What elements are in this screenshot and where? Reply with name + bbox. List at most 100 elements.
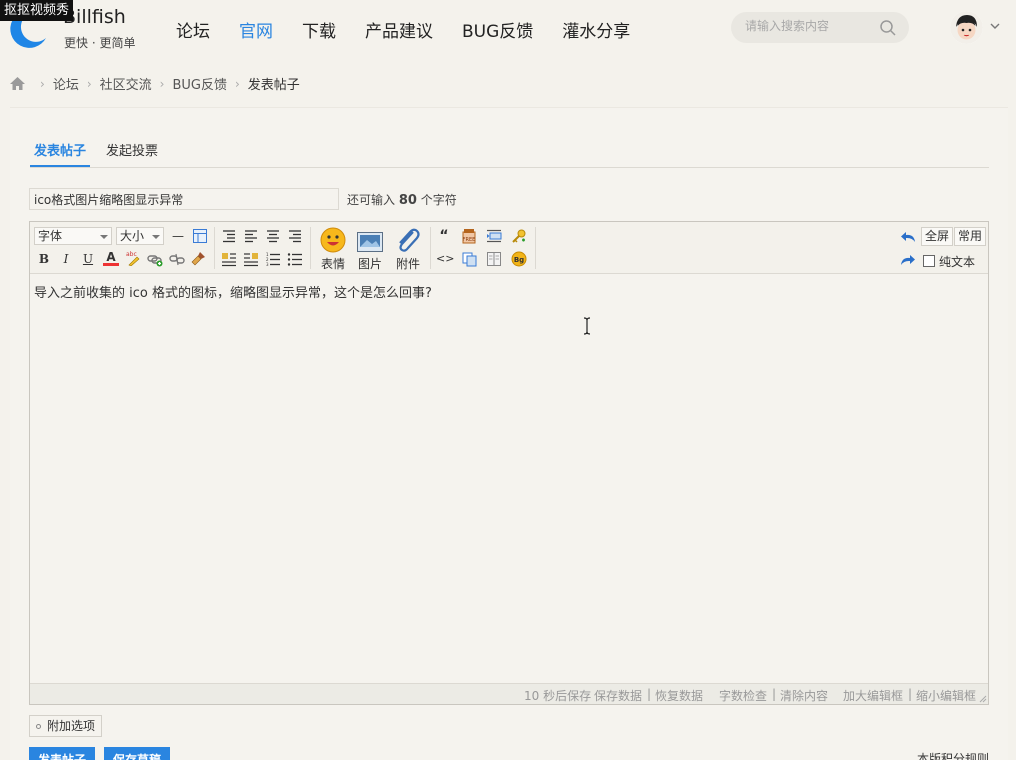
site-header: Billfish 更快 · 更简单 论坛 官网 下载 产品建议 BUG反馈 灌水…: [0, 0, 1016, 58]
additional-options-label: 附加选项: [47, 719, 96, 733]
paste-word-icon[interactable]: [461, 251, 477, 267]
undo-icon[interactable]: [900, 229, 916, 245]
additional-options-button[interactable]: 附加选项: [29, 715, 103, 737]
char-hint-prefix: 还可输入: [347, 193, 396, 207]
float-right-icon[interactable]: [243, 251, 259, 267]
common-mode-button[interactable]: 常用: [954, 227, 987, 246]
unordered-list-icon[interactable]: [287, 251, 303, 267]
post-title-input[interactable]: [29, 188, 339, 210]
nav-download[interactable]: 下载: [302, 17, 336, 42]
breadcrumb-separator: ›: [159, 76, 165, 91]
shrink-editor-link[interactable]: 缩小编辑框: [916, 687, 976, 704]
link-icon[interactable]: [147, 251, 163, 267]
columns-icon[interactable]: [486, 251, 502, 267]
emoji-button-label[interactable]: 表情: [321, 255, 345, 272]
float-left-icon[interactable]: [221, 251, 237, 267]
breadcrumb-community[interactable]: 社区交流: [100, 74, 152, 93]
plaintext-checkbox[interactable]: [923, 255, 935, 267]
font-color-icon[interactable]: A: [103, 250, 119, 266]
key-icon[interactable]: [511, 228, 527, 244]
search-box: [731, 12, 909, 43]
free-tag-icon[interactable]: FREE: [461, 228, 477, 244]
chevron-down-icon[interactable]: [989, 20, 1001, 32]
post-type-tabs: 发表帖子 发起投票: [30, 138, 989, 168]
highlight-icon[interactable]: abc: [125, 250, 141, 266]
align-right-icon[interactable]: [287, 228, 303, 244]
save-data-link[interactable]: 保存数据: [594, 687, 642, 704]
breadcrumb: › 论坛 › 社区交流 › BUG反馈 › 发表帖子: [9, 74, 300, 93]
char-count-hint: 还可输入 80 个字符: [347, 191, 457, 208]
font-size-select[interactable]: 大小: [116, 227, 164, 245]
editor-body-text[interactable]: 导入之前收集的 ico 格式的图标，缩略图显示异常，这个是怎么回事?: [34, 282, 432, 301]
unlink-icon[interactable]: [169, 251, 185, 267]
autosave-countdown: 10 秒后保存: [524, 689, 592, 703]
align-center-icon[interactable]: [265, 228, 281, 244]
brand-slogan: 更快 · 更简单: [64, 36, 136, 50]
indent-icon[interactable]: [221, 228, 237, 244]
align-left-icon[interactable]: [243, 228, 259, 244]
chevron-down-icon: [152, 235, 160, 239]
nav-product-suggestions[interactable]: 产品建议: [365, 17, 433, 42]
nav-chat-share[interactable]: 灌水分享: [562, 17, 630, 42]
editor-toolbar: 字体 大小 — 表情 图片 附件 “ FREE B I U A abc 1 2 …: [30, 222, 988, 274]
home-icon[interactable]: [9, 76, 26, 91]
breadcrumb-forum[interactable]: 论坛: [53, 74, 79, 93]
char-hint-suffix: 个字符: [420, 193, 457, 207]
credit-rules-link[interactable]: 本版积分规则: [917, 750, 989, 760]
svg-text:FREE: FREE: [463, 237, 476, 243]
attach-button-label[interactable]: 附件: [396, 255, 420, 272]
tab-new-post[interactable]: 发表帖子: [30, 138, 91, 167]
nav-bug-feedback[interactable]: BUG反馈: [462, 17, 533, 42]
clear-format-brush-icon[interactable]: [191, 250, 207, 266]
emoji-icon[interactable]: [319, 227, 347, 253]
enlarge-editor-link[interactable]: 加大编辑框: [843, 687, 903, 704]
font-family-select[interactable]: 字体: [34, 227, 112, 245]
breadcrumb-bug-feedback[interactable]: BUG反馈: [172, 74, 227, 93]
word-check-link[interactable]: 字数检查: [719, 687, 767, 704]
horizontal-rule-icon[interactable]: —: [170, 228, 186, 244]
plaintext-label[interactable]: 纯文本: [939, 253, 975, 270]
search-input[interactable]: [745, 19, 875, 33]
avatar-face-icon: [950, 11, 983, 44]
table-icon[interactable]: [192, 228, 208, 244]
image-button-label[interactable]: 图片: [358, 255, 382, 272]
font-select-label: 字体: [38, 229, 63, 243]
submit-post-button[interactable]: 发表帖子: [29, 747, 96, 760]
user-avatar[interactable]: [950, 11, 983, 44]
image-icon[interactable]: [356, 229, 384, 255]
tab-new-poll[interactable]: 发起投票: [102, 138, 162, 167]
hidden-content-icon[interactable]: [486, 228, 502, 244]
statusbar-divider: |: [647, 687, 652, 701]
underline-icon[interactable]: U: [80, 251, 96, 267]
breadcrumb-separator: ›: [40, 76, 45, 91]
code-icon[interactable]: <>: [436, 251, 454, 267]
watermark-label: 抠抠视频秀: [0, 0, 74, 21]
nav-official-site[interactable]: 官网: [239, 17, 273, 42]
ordered-list-icon[interactable]: 123: [265, 251, 281, 267]
bold-icon[interactable]: B: [36, 251, 52, 267]
post-form-card: 发表帖子 发起投票 还可输入 80 个字符 字体 大小 —: [10, 107, 1008, 760]
breadcrumb-separator: ›: [234, 76, 240, 91]
breadcrumb-separator: ›: [86, 76, 92, 91]
background-color-icon[interactable]: Bg: [511, 251, 527, 267]
toolbar-divider: [535, 227, 536, 269]
italic-icon[interactable]: I: [58, 251, 74, 267]
svg-text:Bg: Bg: [514, 256, 524, 264]
svg-text:3: 3: [266, 262, 269, 267]
search-icon[interactable]: [879, 19, 897, 37]
fullscreen-button[interactable]: 全屏: [921, 227, 954, 246]
quote-icon[interactable]: “: [436, 228, 452, 244]
redo-icon[interactable]: [900, 252, 916, 268]
paperclip-icon[interactable]: [393, 227, 421, 253]
restore-data-link[interactable]: 恢复数据: [655, 687, 703, 704]
rich-text-editor: 字体 大小 — 表情 图片 附件 “ FREE B I U A abc 1 2 …: [29, 221, 989, 705]
clear-content-link[interactable]: 清除内容: [780, 687, 828, 704]
resize-grip-icon[interactable]: [979, 695, 987, 703]
main-nav: 论坛 官网 下载 产品建议 BUG反馈 灌水分享: [176, 17, 659, 42]
char-hint-count: 80: [398, 193, 417, 208]
save-draft-button[interactable]: 保存草稿: [104, 747, 171, 760]
svg-text:abc: abc: [126, 251, 137, 258]
nav-forum[interactable]: 论坛: [176, 17, 210, 42]
editor-statusbar: 10 秒后保存 保存数据 | 恢复数据 字数检查 | 清除内容 加大编辑框 | …: [30, 683, 988, 704]
breadcrumb-current: 发表帖子: [247, 78, 300, 93]
